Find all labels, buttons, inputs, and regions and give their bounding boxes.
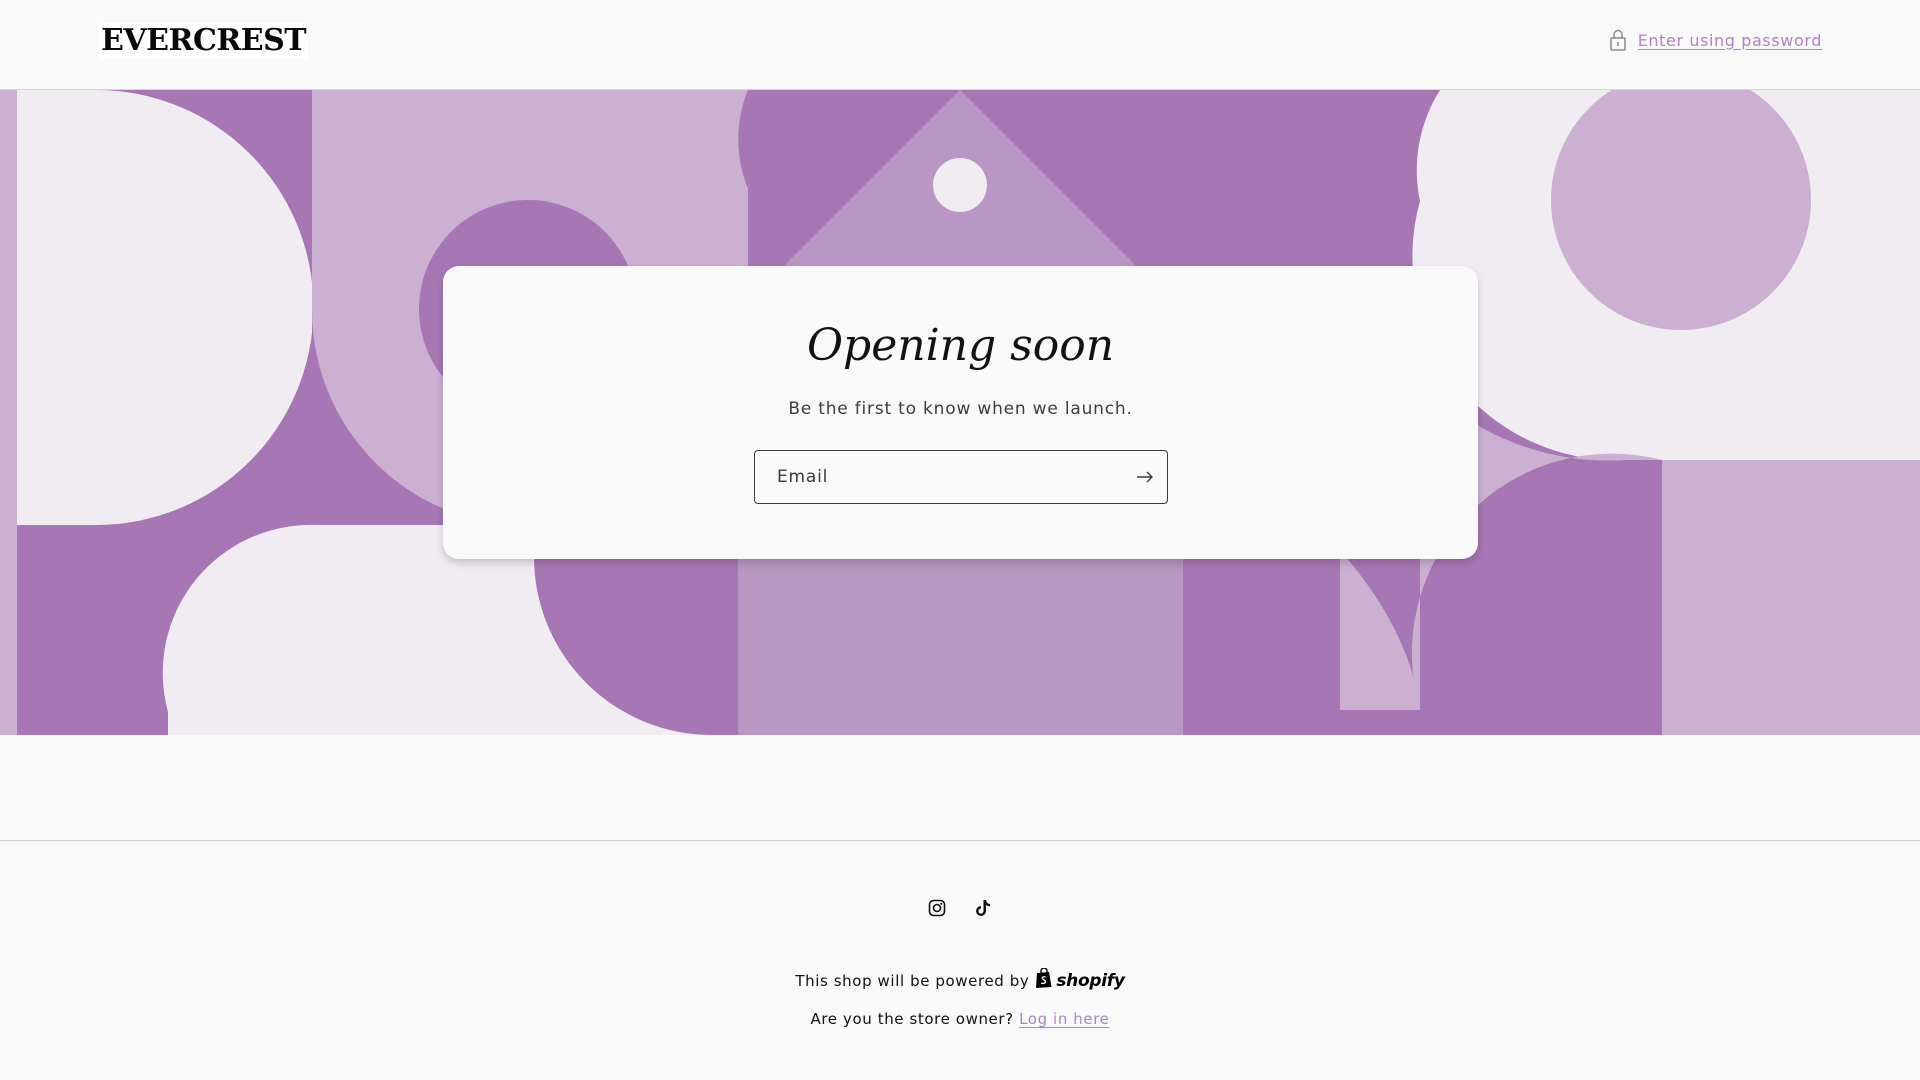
instagram-icon [928,899,946,921]
enter-password-label: Enter using password [1637,30,1822,50]
page-title: Opening soon [806,320,1115,371]
email-input[interactable] [755,451,1115,503]
powered-by: This shop will be powered by shopify [0,967,1920,993]
enter-password-link[interactable]: Enter using password [1608,28,1822,52]
lock-icon [1608,28,1628,52]
store-logo[interactable]: EVERCREST [99,23,309,59]
email-field [754,450,1168,504]
subscribe-button[interactable] [1131,463,1159,491]
tiktok-link[interactable] [973,898,993,922]
tiktok-icon [975,899,991,921]
header: EVERCREST Enter using password [0,0,1920,90]
newsletter-card: Opening soon Be the first to know when w… [443,266,1478,559]
arrow-right-icon [1136,468,1154,487]
social-links [0,898,1920,922]
store-owner-line: Are you the store owner? Log in here [0,1010,1920,1028]
shopify-wordmark: shopify [1056,970,1125,991]
powered-by-text: This shop will be powered by [795,971,1030,990]
owner-question: Are you the store owner? [810,1010,1014,1028]
shopify-link[interactable]: shopify [1035,967,1125,993]
page-subtitle: Be the first to know when we launch. [788,399,1133,419]
footer-divider [0,840,1920,841]
instagram-link[interactable] [927,898,947,922]
shopify-bag-icon [1035,967,1053,993]
login-link[interactable]: Log in here [1019,1010,1109,1028]
